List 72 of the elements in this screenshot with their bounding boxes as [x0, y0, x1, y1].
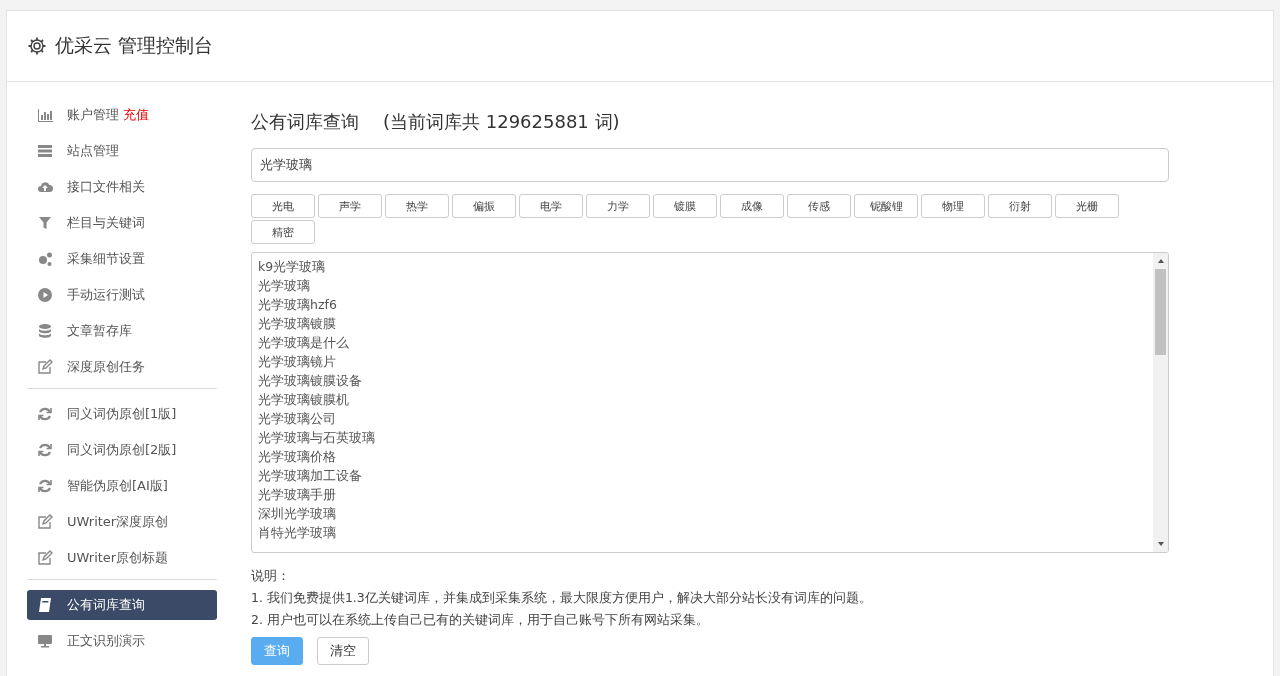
- sidebar-item[interactable]: 智能伪原创[AI版]: [27, 471, 217, 501]
- cloud-upload-icon: [37, 179, 53, 195]
- result-item[interactable]: k9光学玻璃: [258, 257, 1147, 276]
- result-item[interactable]: 光学玻璃镀膜机: [258, 390, 1147, 409]
- book-icon: [37, 597, 53, 613]
- scroll-thumb[interactable]: [1155, 269, 1166, 355]
- server-icon: [37, 143, 53, 159]
- sidebar-item[interactable]: 公有词库查询: [27, 590, 217, 620]
- filter-icon: [37, 215, 53, 231]
- sidebar-item[interactable]: 账户管理 充值: [27, 100, 217, 130]
- result-item[interactable]: 光学玻璃: [258, 276, 1147, 295]
- monitor-icon: [37, 633, 53, 649]
- refresh-icon: [37, 442, 53, 458]
- keyword-field[interactable]: 光学玻璃: [251, 148, 1169, 182]
- sidebar-item[interactable]: 采集细节设置: [27, 244, 217, 274]
- tag-button[interactable]: 热学: [385, 194, 449, 218]
- edit-icon: [37, 359, 53, 375]
- tag-button[interactable]: 铌酸锂: [854, 194, 918, 218]
- sidebar-item[interactable]: 正文识别演示: [27, 626, 217, 656]
- sidebar-item[interactable]: 文章暂存库: [27, 316, 217, 346]
- sidebar-item[interactable]: 接口文件相关: [27, 172, 217, 202]
- bar-chart-icon: [37, 107, 53, 123]
- sidebar-item[interactable]: UWriter原创标题: [27, 543, 217, 573]
- play-icon: [37, 287, 53, 303]
- result-item[interactable]: 深圳光学玻璃: [258, 504, 1147, 523]
- tag-button[interactable]: 偏振: [452, 194, 516, 218]
- refresh-icon: [37, 406, 53, 422]
- result-item[interactable]: 光学玻璃与石英玻璃: [258, 428, 1147, 447]
- tag-button[interactable]: 声学: [318, 194, 382, 218]
- recharge-link[interactable]: 充值: [123, 106, 149, 124]
- result-item[interactable]: 光学玻璃加工设备: [258, 466, 1147, 485]
- sidebar-item[interactable]: 栏目与关键词: [27, 208, 217, 238]
- result-item[interactable]: 光学玻璃镀膜设备: [258, 371, 1147, 390]
- sidebar-item[interactable]: 同义词伪原创[1版]: [27, 399, 217, 429]
- result-item[interactable]: 光学玻璃是什么: [258, 333, 1147, 352]
- tag-button[interactable]: 镀膜: [653, 194, 717, 218]
- tag-button[interactable]: 传感: [787, 194, 851, 218]
- result-item[interactable]: 光学玻璃hzf6: [258, 295, 1147, 314]
- scroll-up-icon[interactable]: [1156, 257, 1165, 265]
- notes-heading: 说明：: [251, 567, 291, 585]
- tag-button[interactable]: 精密: [251, 220, 315, 244]
- tag-button[interactable]: 光电: [251, 194, 315, 218]
- result-item[interactable]: 光学玻璃镀膜: [258, 314, 1147, 333]
- tag-button[interactable]: 力学: [586, 194, 650, 218]
- tag-button[interactable]: 成像: [720, 194, 784, 218]
- result-item[interactable]: 肖特光学玻璃: [258, 523, 1147, 542]
- tag-button[interactable]: 衍射: [988, 194, 1052, 218]
- settings-icon: [27, 36, 47, 56]
- result-item[interactable]: 光学玻璃公司: [258, 409, 1147, 428]
- note-text: 2. 用户也可以在系统上传自己已有的关键词库，用于自己账号下所有网站采集。: [251, 611, 710, 629]
- page-title: 公有词库查询: [251, 110, 359, 134]
- sidebar-item[interactable]: UWriter深度原创: [27, 507, 217, 537]
- edit-icon: [37, 514, 53, 530]
- sidebar-item[interactable]: 站点管理: [27, 136, 217, 166]
- clear-button[interactable]: 清空: [317, 637, 369, 665]
- edit-icon: [37, 550, 53, 566]
- note-text: 1. 我们免费提供1.3亿关键词库，并集成到采集系统，最大限度方便用户，解决大部分站长没有词库的问题。: [251, 589, 873, 607]
- tag-button[interactable]: 物理: [921, 194, 985, 218]
- result-item[interactable]: 光学玻璃价格: [258, 447, 1147, 466]
- database-icon: [37, 323, 53, 339]
- scrollbar[interactable]: [1153, 253, 1168, 552]
- tag-button[interactable]: 电学: [519, 194, 583, 218]
- word-count-text: (当前词库共 129625881 词): [383, 110, 620, 134]
- tag-button[interactable]: 光栅: [1055, 194, 1119, 218]
- refresh-icon: [37, 478, 53, 494]
- result-item[interactable]: 光学玻璃镜片: [258, 352, 1147, 371]
- sidebar-item[interactable]: 手动运行测试: [27, 280, 217, 310]
- result-item[interactable]: 光学玻璃手册: [258, 485, 1147, 504]
- console-title: 优采云 管理控制台: [55, 33, 214, 58]
- sidebar-item[interactable]: 深度原创任务: [27, 352, 217, 382]
- sidebar-item[interactable]: 同义词伪原创[2版]: [27, 435, 217, 465]
- scroll-down-icon[interactable]: [1156, 540, 1165, 548]
